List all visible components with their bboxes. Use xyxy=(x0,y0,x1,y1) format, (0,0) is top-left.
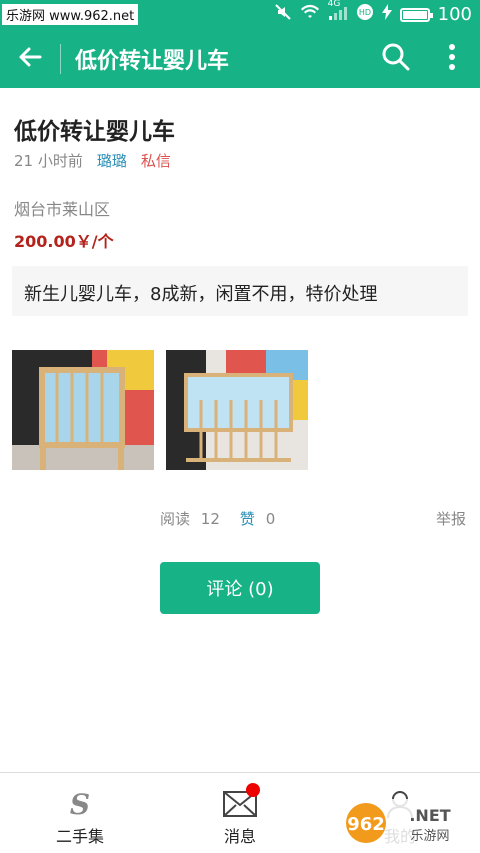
crib-photo-1[interactable] xyxy=(12,350,154,470)
svg-text:S: S xyxy=(70,789,90,819)
post-time: 21 小时前 xyxy=(14,152,83,170)
tab-second-hand[interactable]: S 二手集 xyxy=(0,773,160,853)
appbar-divider xyxy=(60,44,61,74)
crib-photo-2[interactable] xyxy=(166,350,308,470)
watermark-text: 乐游网 www.962.net xyxy=(2,4,139,25)
tab-messages[interactable]: 消息 xyxy=(160,773,320,853)
hd-icon: HD xyxy=(356,3,374,26)
private-message-link[interactable]: 私信 xyxy=(141,150,171,171)
svg-text:乐游网: 乐游网 xyxy=(410,829,449,844)
search-icon xyxy=(381,42,411,76)
back-button[interactable] xyxy=(0,30,60,88)
svg-text:962: 962 xyxy=(347,814,385,835)
photo-gallery xyxy=(12,350,308,470)
post-description: 新生儿婴儿车，8成新，闲置不用，特价处理 xyxy=(12,266,468,316)
watermark-logo: 962 .NET 乐游网 xyxy=(342,799,472,847)
comment-button[interactable]: 评论 (0) xyxy=(160,562,320,614)
wifi-icon xyxy=(300,4,320,25)
like-button[interactable]: 赞 xyxy=(240,510,255,528)
more-options-button[interactable] xyxy=(424,30,480,88)
s-logo-icon: S xyxy=(65,787,95,821)
reads-label: 阅读 xyxy=(160,510,191,528)
page-title: 低价转让婴儿车 xyxy=(75,49,230,74)
charging-icon xyxy=(381,4,392,25)
notification-badge xyxy=(246,783,261,797)
search-button[interactable] xyxy=(368,30,424,88)
tab-label: 二手集 xyxy=(55,827,104,846)
svg-text:HD: HD xyxy=(359,8,371,17)
mute-icon xyxy=(274,3,292,26)
network-label: 4G xyxy=(327,0,341,9)
post-meta: 21 小时前 璐璐 私信 xyxy=(14,150,171,171)
post-title: 低价转让婴儿车 xyxy=(14,119,175,145)
reads-count: 12 xyxy=(200,510,220,528)
post-location: 烟台市莱山区 xyxy=(14,200,111,219)
battery-icon xyxy=(399,7,433,22)
arrow-left-icon xyxy=(16,43,44,75)
author-link[interactable]: 璐璐 xyxy=(97,150,127,171)
app-bar: 低价转让婴儿车 xyxy=(0,30,480,88)
status-icons: 4G HD 100 xyxy=(274,0,472,26)
status-bar: 乐游网 www.962.net 4G HD 100 xyxy=(0,0,480,30)
likes-count: 0 xyxy=(265,510,276,528)
report-link[interactable]: 举报 xyxy=(436,508,466,529)
post-price: 200.00￥/个 xyxy=(14,232,114,251)
signal-icon: 4G xyxy=(328,0,348,24)
battery-level: 100 xyxy=(437,4,472,25)
reads-stat: 阅读 12 xyxy=(160,508,220,529)
post-stats: 阅读 12 赞 0 xyxy=(160,508,275,529)
tab-label: 消息 xyxy=(223,827,256,846)
svg-text:.NET: .NET xyxy=(409,806,450,825)
likes-stat[interactable]: 赞 0 xyxy=(240,508,275,529)
more-vertical-icon xyxy=(448,43,456,75)
